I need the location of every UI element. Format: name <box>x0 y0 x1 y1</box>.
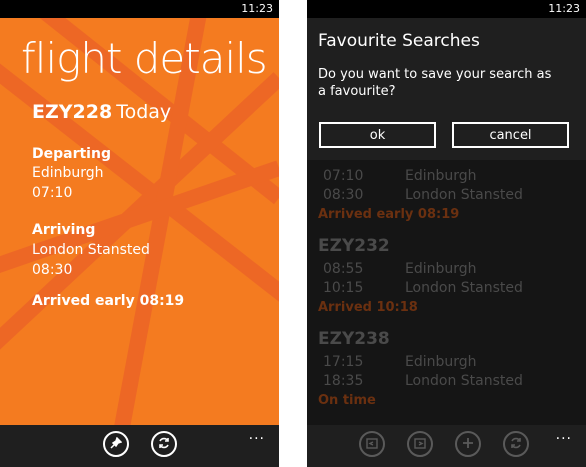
departing-label: Departing <box>32 146 111 162</box>
status-time: 11:23 <box>241 2 273 15</box>
flight-list: 07:10 Edinburgh 08:30 London Stansted Ar… <box>307 150 586 425</box>
pin-icon <box>110 436 123 452</box>
add-button[interactable] <box>455 431 481 457</box>
arr-city: London Stansted <box>405 187 523 203</box>
search-results-screen: 11:23 07:10 Edinburgh 08:30 London Stans… <box>307 0 586 467</box>
departing-time: 07:10 <box>32 185 73 201</box>
flight-header: EZY228 Today <box>32 101 171 123</box>
refresh-button[interactable] <box>503 431 529 457</box>
refresh-button[interactable] <box>151 431 177 457</box>
arr-time: 18:35 <box>323 373 364 389</box>
dep-city: Edinburgh <box>405 261 477 277</box>
favourite-dialog: Favourite Searches Do you want to save y… <box>307 18 586 160</box>
arrival-status: Arrived early 08:19 <box>32 293 185 309</box>
flight-code[interactable]: EZY238 <box>318 329 390 349</box>
flight-day: Today <box>116 101 172 123</box>
arr-time: 08:30 <box>323 187 364 203</box>
flight-details-screen: 11:23 flight details EZY228 Today Departi… <box>0 0 279 467</box>
page-title: flight details <box>21 34 268 83</box>
dep-city: Edinburgh <box>405 354 477 370</box>
flight-status: Arrived early 08:19 <box>318 207 460 222</box>
dep-time: 17:15 <box>323 354 364 370</box>
status-time: 11:23 <box>548 2 580 15</box>
departing-city: Edinburgh <box>32 165 104 181</box>
arriving-time: 08:30 <box>32 262 73 278</box>
flight-status: Arrived 10:18 <box>318 300 418 315</box>
dep-time: 07:10 <box>323 168 364 184</box>
status-bar: 11:23 <box>0 0 279 18</box>
dialog-message: Do you want to save your search as a fav… <box>318 67 552 99</box>
arr-city: London Stansted <box>405 280 523 296</box>
flight-code: EZY228 <box>32 101 113 123</box>
cancel-button[interactable]: cancel <box>452 122 569 148</box>
calendar-forward-icon <box>413 436 427 453</box>
flight-status: On time <box>318 393 376 408</box>
refresh-icon <box>157 436 171 453</box>
arriving-label: Arriving <box>32 222 96 238</box>
arr-time: 10:15 <box>323 280 364 296</box>
add-icon <box>461 436 475 453</box>
app-bar: ... <box>0 425 279 467</box>
arr-city: London Stansted <box>405 373 523 389</box>
pin-button[interactable] <box>103 431 129 457</box>
status-bar: 11:23 <box>307 0 586 18</box>
more-button[interactable]: ... <box>249 427 265 443</box>
next-day-button[interactable] <box>407 431 433 457</box>
calendar-back-icon <box>365 436 379 453</box>
dep-city: Edinburgh <box>405 168 477 184</box>
dialog-title: Favourite Searches <box>318 31 480 51</box>
dep-time: 08:55 <box>323 261 364 277</box>
refresh-icon <box>509 436 523 453</box>
app-bar: ... <box>307 425 586 467</box>
arriving-city: London Stansted <box>32 242 150 258</box>
flight-code[interactable]: EZY232 <box>318 236 390 256</box>
more-button[interactable]: ... <box>556 427 572 443</box>
ok-button[interactable]: ok <box>319 122 436 148</box>
previous-day-button[interactable] <box>359 431 385 457</box>
